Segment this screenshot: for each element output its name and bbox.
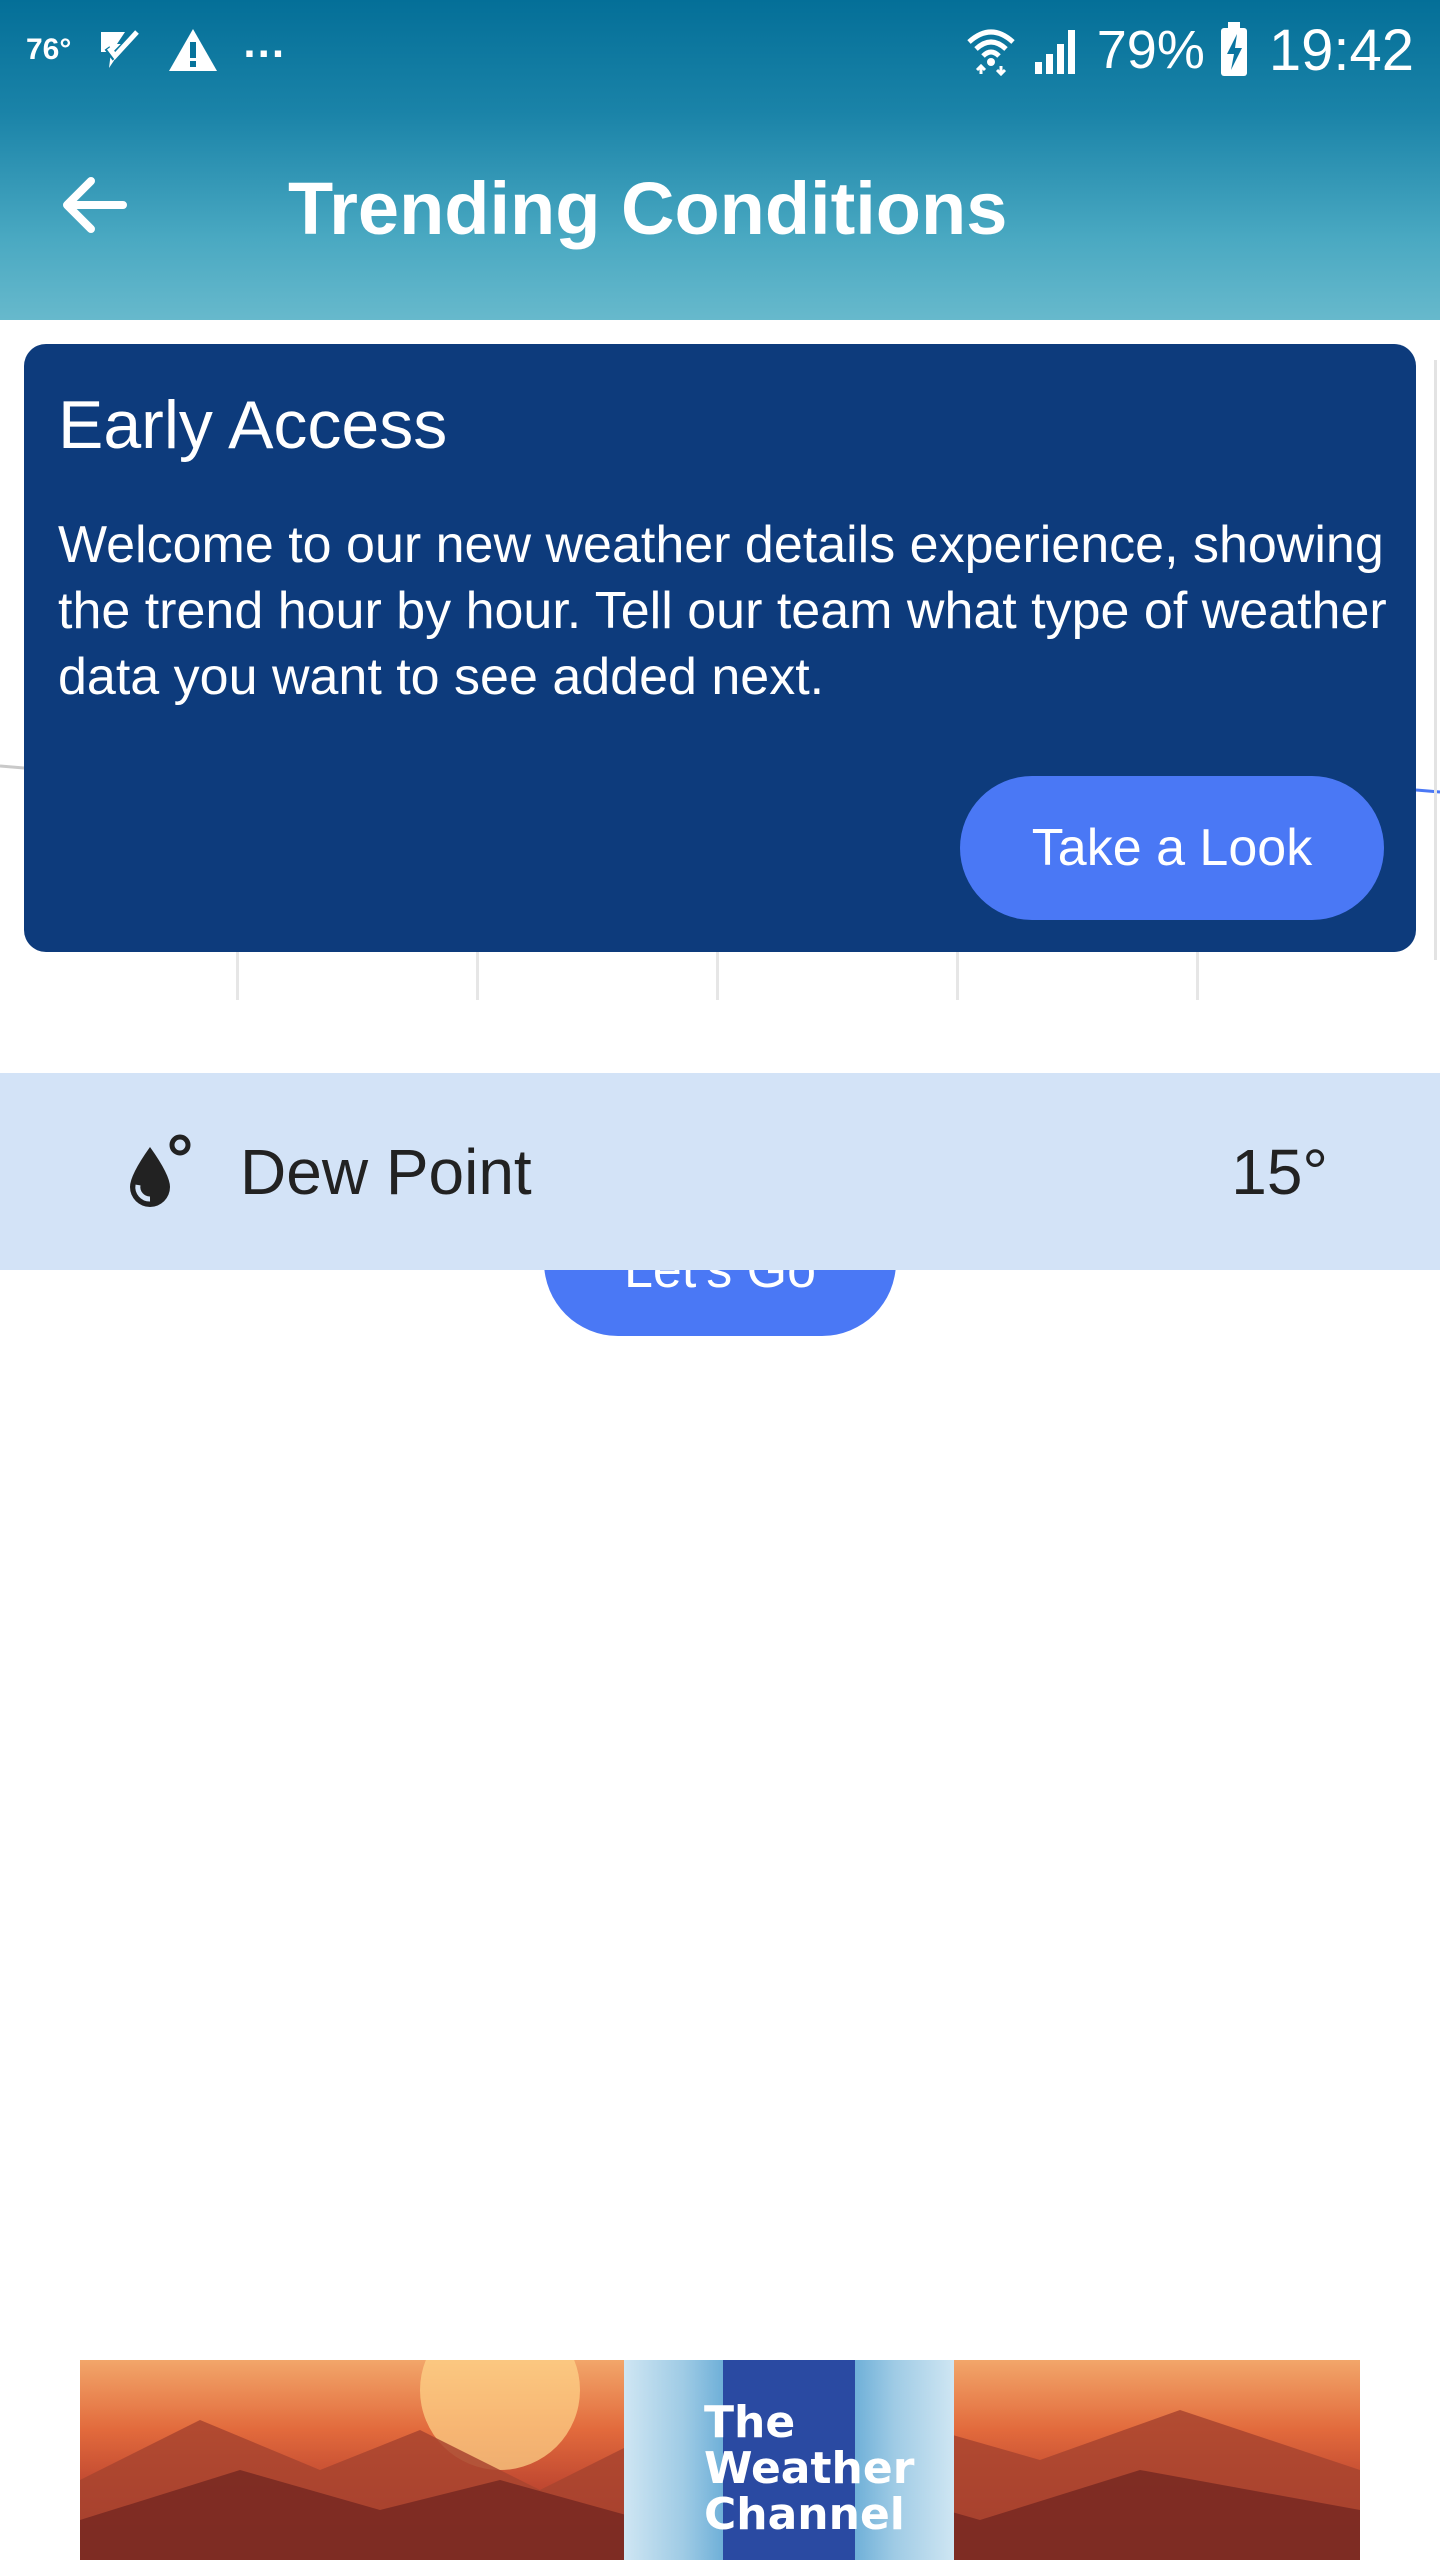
early-access-title: Early Access [58,387,448,463]
chart-tick [956,950,959,1000]
early-access-card: Early Access Welcome to our new weather … [24,344,1416,952]
dew-drop-icon [130,1134,191,1207]
weather-channel-logo: The Weather Channel [624,2360,954,2560]
dew-point-label: Dew Point [240,1136,532,1208]
chart-tick [716,950,719,1000]
dew-point-value: 15° [1231,1136,1328,1208]
dew-point-row[interactable]: Dew Point 15° [0,1073,1440,1270]
take-a-look-button[interactable]: Take a Look [960,776,1384,920]
early-access-body: Welcome to our new weather details exper… [58,516,1387,706]
chart-tick [476,950,479,1000]
chart-tick [1196,950,1199,1000]
ad-banner[interactable]: The Weather Channel [80,2360,1360,2560]
chart-edge [1434,360,1437,960]
trend-line-left [0,764,25,770]
weather-channel-logo-text: The Weather Channel [704,2397,915,2540]
chart-tick [236,950,239,1000]
